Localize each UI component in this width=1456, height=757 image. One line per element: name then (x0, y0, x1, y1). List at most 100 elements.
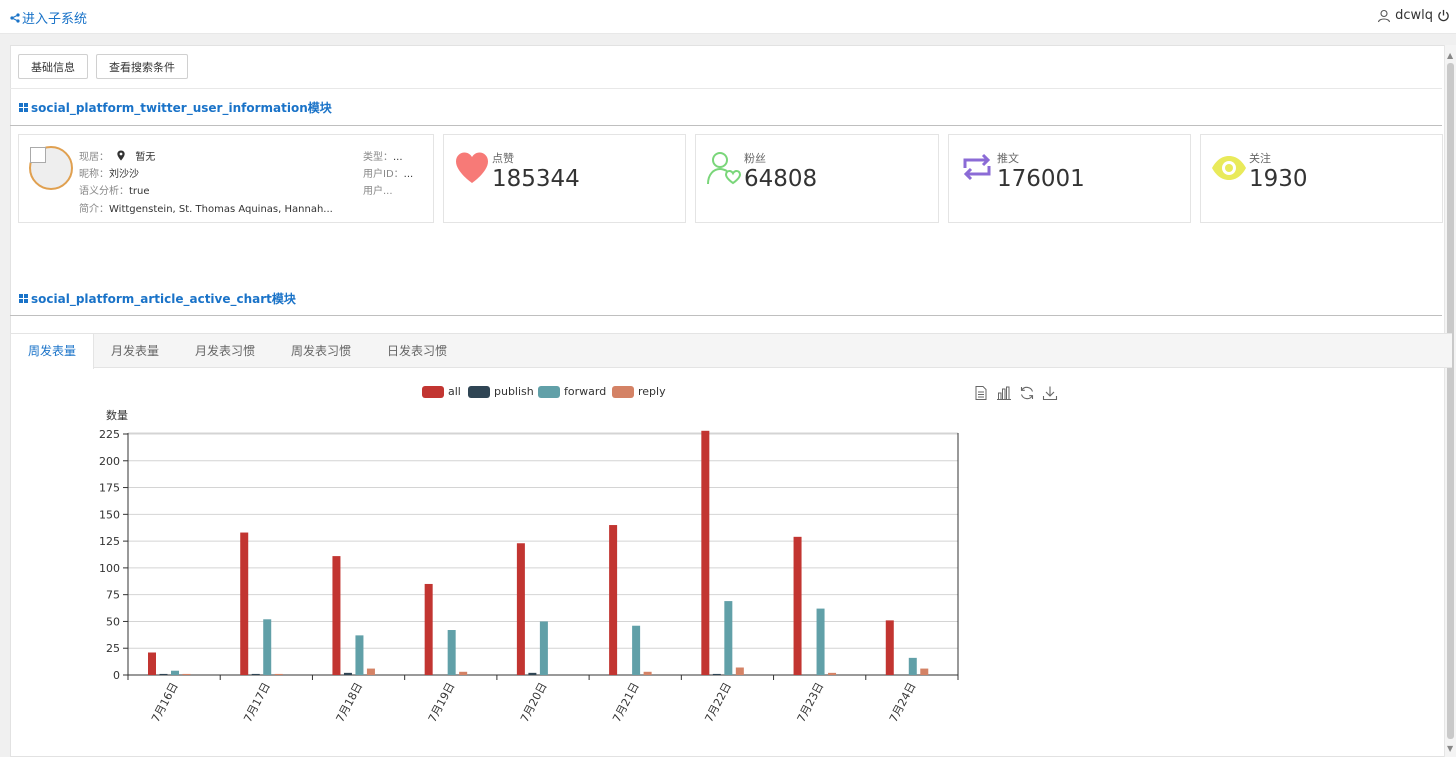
semantic-value: true (129, 186, 150, 197)
x-tick-label: 7月20日 (518, 680, 550, 724)
bar-chart: 0 25 50 75 100 125 150 175 200 225 数量 7月16日 7月17日 7月1… (99, 409, 959, 724)
divider (10, 88, 1442, 89)
bar-forward (355, 635, 364, 675)
user-extra-row: 用户... (363, 182, 393, 197)
bar-all (148, 652, 156, 675)
tweets-value: 176001 (997, 166, 1085, 192)
bar-reply (643, 671, 652, 675)
bar-forward (908, 657, 917, 675)
follower-icon (707, 152, 742, 185)
type-label: 类型： (363, 152, 393, 163)
bar-all (240, 532, 249, 675)
bar-reply (274, 673, 283, 675)
bar-all (332, 556, 341, 675)
grid-icon (19, 294, 28, 303)
username: dcwlq (1395, 8, 1433, 23)
bar-forward (816, 608, 825, 675)
bar-all (609, 525, 618, 675)
x-tick-label: 7月16日 (149, 680, 181, 724)
tab-weekly-count[interactable]: 周发表量 (10, 334, 95, 369)
tab-monthly-count[interactable]: 月发表量 (94, 334, 176, 369)
bar-publish (712, 673, 721, 675)
bar-forward (539, 621, 548, 675)
bar-all (885, 620, 894, 675)
bar-reply (735, 667, 744, 675)
location-label: 现居： (79, 152, 109, 163)
broken-image-icon (30, 147, 46, 163)
bar-forward (171, 670, 179, 675)
followers-label: 粉丝 (744, 152, 766, 165)
bar-all (701, 430, 710, 675)
basic-info-button[interactable]: 基础信息 (18, 54, 88, 79)
user-extra-label: 用户... (363, 186, 393, 197)
x-tick-label: 7月24日 (887, 680, 919, 724)
scroll-up-icon[interactable]: ▲ (1447, 51, 1453, 60)
likes-label: 点赞 (492, 152, 514, 165)
userid-label: 用户ID： (363, 169, 404, 180)
intro-label: 简介： (79, 204, 109, 215)
location-value: 暂无 (135, 152, 156, 163)
y-tick-label: 200 (99, 455, 120, 468)
type-value: ... (393, 152, 403, 163)
likes-value: 185344 (492, 166, 580, 192)
map-pin-icon (117, 150, 125, 161)
y-tick-label: 175 (99, 482, 120, 495)
y-tick-label: 50 (106, 615, 120, 628)
share-icon (10, 12, 20, 23)
eye-icon (1212, 156, 1246, 180)
tab-monthly-habit[interactable]: 月发表习惯 (178, 334, 272, 369)
y-tick-label: 100 (99, 562, 120, 575)
bar-reply (366, 668, 375, 675)
x-tick-label: 7月19日 (426, 680, 458, 724)
bar-all (424, 583, 433, 675)
bar-forward (632, 625, 641, 675)
bar-all (516, 543, 525, 675)
y-tick-label: 75 (106, 589, 120, 602)
y-tick-label: 225 (99, 428, 120, 441)
bar-all (793, 536, 802, 675)
bar-reply (920, 668, 929, 675)
retweet-icon (963, 153, 991, 181)
y-tick-label: 150 (99, 508, 120, 521)
followers-value: 64808 (744, 166, 818, 192)
divider (10, 315, 1442, 316)
avatar (29, 146, 73, 190)
scroll-down-icon[interactable]: ▼ (1447, 744, 1453, 753)
intro-row: 简介：Wittgenstein, St. Thomas Aquinas, Han… (79, 200, 333, 215)
section-title-text: social_platform_article_active_chart模块 (31, 292, 296, 306)
tab-daily-habit[interactable]: 日发表习惯 (370, 334, 464, 369)
semantic-row: 语义分析：true (79, 182, 150, 197)
top-bar: 进入子系统 dcwlq (0, 0, 1456, 34)
user-icon (1378, 9, 1391, 22)
following-label: 关注 (1249, 152, 1271, 165)
y-axis-label: 数量 (106, 409, 128, 422)
user-menu[interactable]: dcwlq (1377, 8, 1450, 23)
followers-card: 粉丝 64808 (695, 134, 939, 223)
bar-reply (182, 673, 191, 675)
heart-icon (456, 152, 488, 183)
userid-value: ... (403, 169, 414, 180)
x-tick-label: 7月21日 (610, 680, 642, 724)
enter-subsystem-link[interactable]: 进入子系统 (10, 8, 87, 27)
tab-weekly-habit[interactable]: 周发表习惯 (274, 334, 368, 369)
bar-forward (447, 630, 456, 675)
x-tick-label: 7月22日 (702, 680, 734, 724)
bar-forward (724, 601, 733, 675)
power-icon[interactable] (1437, 9, 1450, 22)
section-title-user-info: social_platform_twitter_user_information… (19, 99, 332, 116)
following-card: 关注 1930 (1200, 134, 1443, 223)
chart-tabs: 周发表量 月发表量 月发表习惯 周发表习惯 日发表习惯 (10, 333, 1452, 369)
userid-row: 用户ID：... (363, 165, 413, 180)
view-search-conditions-button[interactable]: 查看搜索条件 (96, 54, 188, 79)
nickname-label: 昵称： (79, 169, 109, 180)
x-tick-label: 7月17日 (241, 680, 273, 724)
y-tick-label: 125 (99, 535, 120, 548)
chart-container: all publish forward reply 0 25 50 75 100 125 150 1… (10, 368, 1452, 738)
semantic-label: 语义分析： (79, 186, 129, 197)
profile-card: 现居： 暂无 昵称：刘沙沙 语义分析：true 简介：Wittgenstein,… (18, 134, 434, 223)
bar-forward (263, 619, 272, 675)
bar-reply (828, 672, 837, 675)
nickname-row: 昵称：刘沙沙 (79, 165, 139, 180)
grid-icon (19, 103, 28, 112)
divider (10, 125, 1442, 126)
